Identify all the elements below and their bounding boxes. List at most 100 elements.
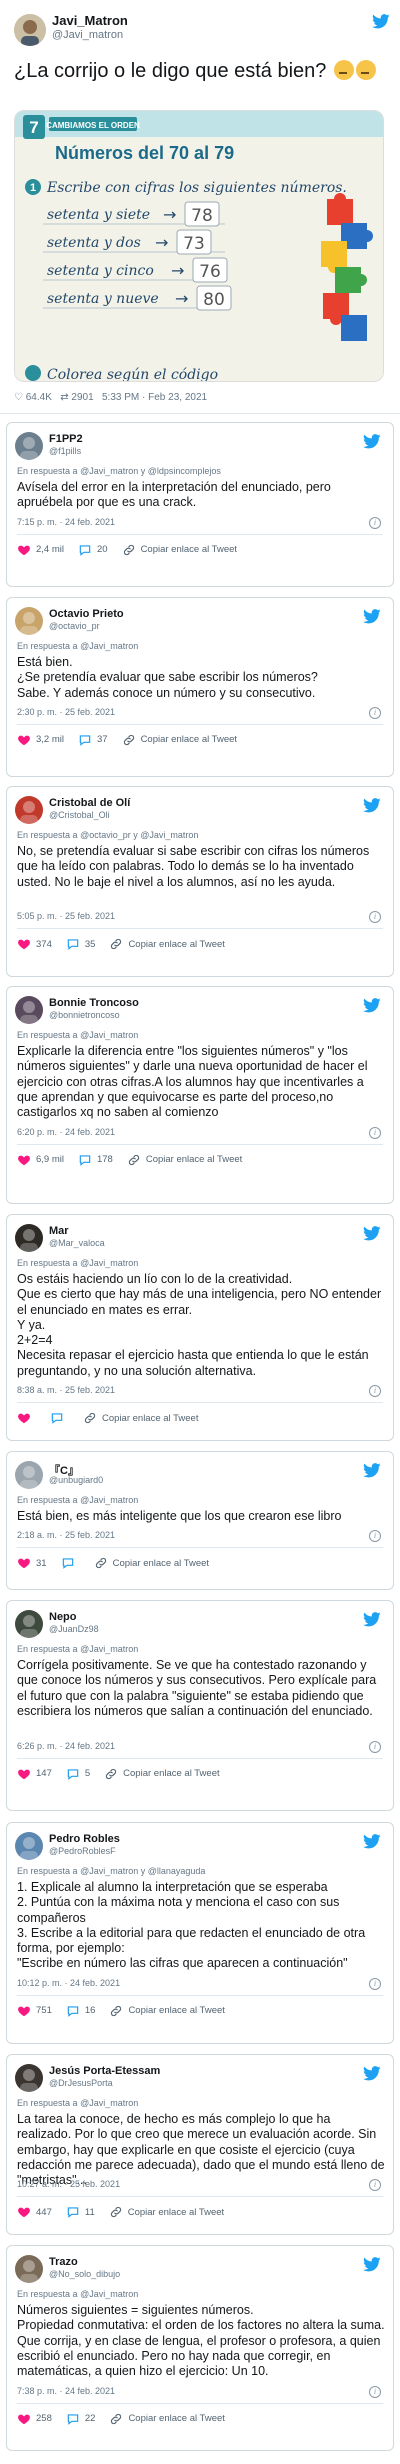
like-button[interactable]: 374 [17,937,52,951]
reply-author-handle[interactable]: @f1pills [49,446,81,456]
reply-author-handle[interactable]: @Mar_valoca [49,1238,105,1248]
reply-button[interactable]: 35 [66,937,95,951]
info-icon[interactable]: i [369,706,381,719]
reply-to-handles[interactable]: @Javi_matron y @llanayaguda [80,1866,205,1876]
reply-timestamp[interactable]: 6:26 p. m. · 24 feb. 2021 [17,1741,115,1751]
copy-link-button[interactable]: Copiar enlace al Tweet [127,1153,242,1167]
reply-author-name[interactable]: Cristobal de Olí [49,797,130,809]
like-button[interactable]: 31 [17,1556,47,1570]
copy-link-button[interactable]: Copiar enlace al Tweet [109,937,225,951]
reply-author-handle[interactable]: @JuanDz98 [49,1624,99,1634]
info-icon[interactable]: i [369,2179,381,2192]
retweet-icon[interactable]: ⇄ [60,392,68,403]
info-icon[interactable]: i [369,1530,381,1543]
reply-button[interactable] [61,1556,80,1570]
info-icon[interactable]: i [369,1740,381,1753]
avatar[interactable] [15,2064,43,2092]
reply-to-handles[interactable]: @Javi_matron [80,1644,138,1654]
reply-timestamp[interactable]: 10:12 p. m. · 24 feb. 2021 [17,1978,120,1988]
reply-author-handle[interactable]: @unbugiard0 [49,1475,103,1485]
avatar[interactable] [15,432,43,460]
avatar[interactable] [15,1224,43,1252]
like-button[interactable]: 751 [17,2004,52,2018]
reply-to-handles[interactable]: @Javi_matron [80,1258,138,1268]
tweet-timestamp[interactable]: 5:33 PM · Feb 23, 2021 [102,392,207,403]
reply-author-handle[interactable]: @PedroRoblesF [49,1846,116,1856]
reply-author-handle[interactable]: @octavio_pr [49,621,100,631]
reply-to-handles[interactable]: @Javi_matron [80,641,138,651]
like-button[interactable]: 3,2 mil [17,733,64,747]
heart-icon[interactable]: ♡ [14,392,23,403]
twitter-bird-icon[interactable] [363,1834,381,1849]
author-avatar[interactable] [14,14,46,46]
reply-tweet[interactable]: Trazo @No_solo_dibujo En respuesta a @Ja… [6,2245,394,2451]
like-button[interactable]: 6,9 mil [17,1153,64,1167]
reply-timestamp[interactable]: 2:18 a. m. · 25 feb. 2021 [17,1530,115,1540]
twitter-bird-icon[interactable] [363,609,381,624]
reply-to-handles[interactable]: @Javi_matron [80,2098,138,2108]
reply-timestamp[interactable]: 7:15 p. m. · 24 feb. 2021 [17,517,115,527]
avatar[interactable] [15,1610,43,1638]
reply-tweet[interactable]: Mar @Mar_valoca En respuesta a @Javi_mat… [6,1214,394,1441]
twitter-bird-icon[interactable] [372,14,390,29]
reply-tweet[interactable]: Cristobal de Olí @Cristobal_Oli En respu… [6,786,394,977]
reply-timestamp[interactable]: 7:38 p. m. · 24 feb. 2021 [17,2386,115,2396]
avatar[interactable] [15,1461,43,1489]
twitter-bird-icon[interactable] [363,2066,381,2081]
reply-to-handles[interactable]: @Javi_matron y @ldpsincomplejos [80,466,221,476]
info-icon[interactable]: i [369,1385,381,1398]
reply-button[interactable]: 37 [78,733,108,747]
reply-timestamp[interactable]: 10:27 a. m. · 25 feb. 2021 [17,2179,120,2189]
reply-tweet[interactable]: Jesús Porta-Etessam @DrJesusPorta En res… [6,2054,394,2235]
reply-author-name[interactable]: Bonnie Troncoso [49,997,139,1009]
like-button[interactable] [17,1411,36,1425]
like-button[interactable]: 147 [17,1767,52,1781]
reply-to-handles[interactable]: @octavio_pr y @Javi_matron [80,830,198,840]
reply-to-handles[interactable]: @Javi_matron [80,1030,138,1040]
reply-tweet[interactable]: Octavio Prieto @octavio_pr En respuesta … [6,597,394,777]
reply-tweet[interactable]: F1PP2 @f1pills En respuesta a @Javi_matr… [6,422,394,587]
like-button[interactable]: 447 [17,2205,52,2219]
twitter-bird-icon[interactable] [363,2257,381,2272]
reply-author-name[interactable]: Jesús Porta-Etessam [49,2065,160,2077]
twitter-bird-icon[interactable] [363,434,381,449]
twitter-bird-icon[interactable] [363,1463,381,1478]
author-name[interactable]: Javi_Matron [52,13,128,28]
avatar[interactable] [15,796,43,824]
reply-author-handle[interactable]: @No_solo_dibujo [49,2269,120,2279]
like-button[interactable]: 2,4 mil [17,543,64,557]
reply-button[interactable]: 178 [78,1153,113,1167]
copy-link-button[interactable]: Copiar enlace al Tweet [122,543,237,557]
reply-author-name[interactable]: Trazo [49,2256,78,2268]
avatar[interactable] [15,996,43,1024]
avatar[interactable] [15,2255,43,2283]
info-icon[interactable]: i [369,911,381,924]
reply-timestamp[interactable]: 2:30 p. m. · 25 feb. 2021 [17,707,115,717]
copy-link-button[interactable]: Copiar enlace al Tweet [109,2205,224,2219]
reply-author-name[interactable]: Nepo [49,1611,77,1623]
reply-button[interactable] [50,1411,69,1425]
twitter-bird-icon[interactable] [363,998,381,1013]
reply-to-handles[interactable]: @Javi_matron [80,1495,138,1505]
reply-button[interactable]: 16 [66,2004,95,2018]
avatar[interactable] [15,607,43,635]
info-icon[interactable]: i [369,1977,381,1990]
twitter-bird-icon[interactable] [363,1226,381,1241]
twitter-bird-icon[interactable] [363,1612,381,1627]
reply-author-name[interactable]: Octavio Prieto [49,608,124,620]
author-handle[interactable]: @Javi_matron [52,29,123,41]
reply-timestamp[interactable]: 6:20 p. m. · 24 feb. 2021 [17,1127,115,1137]
reply-tweet[interactable]: Nepo @JuanDz98 En respuesta a @Javi_matr… [6,1600,394,1811]
copy-link-button[interactable]: Copiar enlace al Tweet [94,1556,209,1570]
reply-tweet[interactable]: Bonnie Troncoso @bonnietroncoso En respu… [6,986,394,1204]
reply-timestamp[interactable]: 8:38 a. m. · 25 feb. 2021 [17,1385,115,1395]
reply-tweet[interactable]: 『C』 @unbugiard0 En respuesta a @Javi_mat… [6,1451,394,1590]
avatar[interactable] [15,1832,43,1860]
reply-author-handle[interactable]: @Cristobal_Oli [49,810,110,820]
copy-link-button[interactable]: Copiar enlace al Tweet [109,2004,225,2018]
reply-author-handle[interactable]: @bonnietroncoso [49,1010,120,1020]
reply-tweet[interactable]: Pedro Robles @PedroRoblesF En respuesta … [6,1822,394,2044]
reply-author-name[interactable]: Pedro Robles [49,1833,120,1845]
reply-button[interactable]: 22 [66,2412,95,2426]
reply-author-name[interactable]: Mar [49,1225,69,1237]
